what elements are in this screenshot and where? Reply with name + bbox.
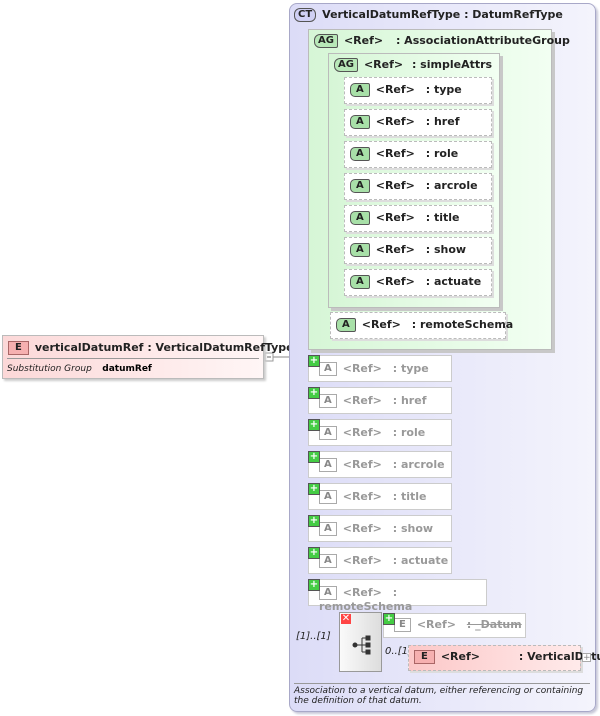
attribute-name: : type bbox=[392, 362, 429, 375]
attribute-name: : arcrole bbox=[392, 458, 445, 471]
attribute-name: : href bbox=[425, 115, 460, 128]
substitution-group-value: datumRef bbox=[102, 364, 152, 374]
attribute-group-icon: AG bbox=[314, 34, 338, 48]
ref-label: <Ref> bbox=[342, 554, 382, 567]
attribute-group-name: : simpleAttrs bbox=[411, 58, 493, 71]
ref-label: <Ref> bbox=[375, 211, 415, 224]
element-name: verticalDatumRef bbox=[34, 341, 144, 354]
attribute-title[interactable]: A <Ref> : title bbox=[344, 205, 492, 232]
inherited-attribute-arcrole[interactable]: + A <Ref> : arcrole bbox=[308, 451, 452, 478]
ref-label: <Ref> bbox=[342, 586, 382, 599]
attribute-icon: A bbox=[350, 179, 370, 193]
attribute-role[interactable]: A <Ref> : role bbox=[344, 141, 492, 168]
expand-icon[interactable]: + bbox=[383, 613, 395, 625]
element-name: : _Datum bbox=[466, 618, 522, 631]
attribute-icon: A bbox=[350, 115, 370, 129]
ref-label: <Ref> bbox=[342, 426, 382, 439]
element-badge-icon: E bbox=[8, 341, 29, 355]
inherited-attribute-actuate[interactable]: + A <Ref> : actuate bbox=[308, 547, 452, 574]
attribute-icon: A bbox=[350, 275, 370, 289]
expand-icon[interactable]: + bbox=[308, 419, 320, 431]
attribute-group-name: : AssociationAttributeGroup bbox=[395, 34, 570, 47]
attribute-name: : actuate bbox=[392, 554, 449, 567]
inherited-attribute-href[interactable]: + A <Ref> : href bbox=[308, 387, 452, 414]
choice-icon bbox=[352, 635, 371, 655]
complex-type-icon: CT bbox=[294, 8, 317, 22]
ref-label: <Ref> bbox=[342, 362, 382, 375]
expand-icon[interactable]: + bbox=[308, 387, 320, 399]
attribute-icon: A bbox=[319, 554, 337, 568]
ref-label: <Ref> bbox=[342, 458, 382, 471]
attribute-remote-schema[interactable]: A <Ref> : remoteSchema bbox=[330, 312, 513, 339]
attribute-icon: A bbox=[319, 394, 337, 408]
inherited-attribute-remoteSchema[interactable]: + A <Ref>: remoteSchema bbox=[308, 579, 487, 613]
choice-item-datum[interactable]: + E <Ref> : _Datum bbox=[383, 613, 526, 638]
attribute-icon: A bbox=[350, 83, 370, 97]
attribute-icon: A bbox=[350, 243, 370, 257]
attribute-icon: A bbox=[319, 362, 337, 376]
inherited-attribute-show[interactable]: + A <Ref> : show bbox=[308, 515, 452, 542]
attribute-icon: A bbox=[350, 211, 370, 225]
ref-label: <Ref> bbox=[363, 58, 404, 71]
attribute-name: : show bbox=[392, 522, 434, 535]
attribute-href[interactable]: A <Ref> : href bbox=[344, 109, 492, 136]
ref-label: <Ref> bbox=[375, 83, 415, 96]
expand-icon[interactable]: + bbox=[308, 483, 320, 495]
expand-icon[interactable]: + bbox=[308, 451, 320, 463]
choice-multiplicity: [1]..[1] bbox=[296, 631, 331, 642]
description: Association to a vertical datum, either … bbox=[294, 686, 584, 706]
attribute-name: : href bbox=[392, 394, 427, 407]
attribute-icon: A bbox=[319, 586, 337, 600]
ref-label: <Ref> bbox=[375, 179, 415, 192]
complex-type-name: VerticalDatumRefType : DatumRefType bbox=[322, 8, 563, 21]
attribute-name: : arcrole bbox=[425, 179, 478, 192]
attribute-name: : type bbox=[425, 83, 462, 96]
element-icon: E bbox=[394, 618, 411, 632]
ref-label: <Ref> bbox=[440, 650, 480, 663]
ref-label: <Ref> bbox=[361, 318, 401, 331]
attribute-name: : actuate bbox=[425, 275, 482, 288]
attribute-icon: A bbox=[350, 147, 370, 161]
expand-icon[interactable]: + bbox=[308, 547, 320, 559]
attribute-name: : role bbox=[392, 426, 426, 439]
expand-icon[interactable]: + bbox=[582, 653, 591, 663]
expand-icon[interactable]: + bbox=[308, 515, 320, 527]
ref-label: <Ref> bbox=[375, 275, 415, 288]
expand-icon[interactable]: + bbox=[308, 579, 320, 591]
attribute-name: : title bbox=[392, 490, 427, 503]
attribute-type[interactable]: A <Ref> : type bbox=[344, 77, 492, 104]
ref-label: <Ref> bbox=[342, 490, 382, 503]
element-icon: E bbox=[414, 650, 435, 664]
attribute-icon: A bbox=[319, 458, 337, 472]
attribute-group-icon: AG bbox=[334, 58, 358, 72]
close-icon[interactable]: ✕ bbox=[341, 614, 351, 624]
attribute-icon: A bbox=[319, 522, 337, 536]
expand-icon[interactable]: + bbox=[308, 355, 320, 367]
attribute-actuate[interactable]: A <Ref> : actuate bbox=[344, 269, 492, 296]
attribute-show[interactable]: A <Ref> : show bbox=[344, 237, 492, 264]
ref-label: <Ref> bbox=[342, 522, 382, 535]
substitution-group-label: Substitution Group bbox=[7, 364, 92, 374]
attribute-icon: A bbox=[336, 318, 356, 332]
root-element[interactable]: EverticalDatumRef : VerticalDatumRefType… bbox=[2, 335, 294, 379]
attribute-name: : title bbox=[425, 211, 460, 224]
attribute-name: : role bbox=[425, 147, 459, 160]
attribute-arcrole[interactable]: A <Ref> : arcrole bbox=[344, 173, 492, 200]
ref-label: <Ref> bbox=[343, 34, 384, 47]
ref-label: <Ref> bbox=[416, 618, 456, 631]
inherited-attribute-title[interactable]: + A <Ref> : title bbox=[308, 483, 452, 510]
attribute-name: : show bbox=[425, 243, 467, 256]
attribute-icon: A bbox=[319, 426, 337, 440]
attribute-name: : remoteSchema bbox=[411, 318, 514, 331]
choice-item-vertical-datum[interactable]: E<Ref>: VerticalDatum bbox=[408, 645, 600, 671]
inherited-attribute-role[interactable]: + A <Ref> : role bbox=[308, 419, 452, 446]
ref-label: <Ref> bbox=[375, 243, 415, 256]
ref-label: <Ref> bbox=[342, 394, 382, 407]
ref-label: <Ref> bbox=[375, 147, 415, 160]
attribute-icon: A bbox=[319, 490, 337, 504]
choice-box[interactable]: ✕ bbox=[339, 612, 382, 672]
inherited-attribute-type[interactable]: + A <Ref> : type bbox=[308, 355, 452, 382]
element-type: : VerticalDatumRefType bbox=[147, 341, 294, 354]
ref-label: <Ref> bbox=[375, 115, 415, 128]
